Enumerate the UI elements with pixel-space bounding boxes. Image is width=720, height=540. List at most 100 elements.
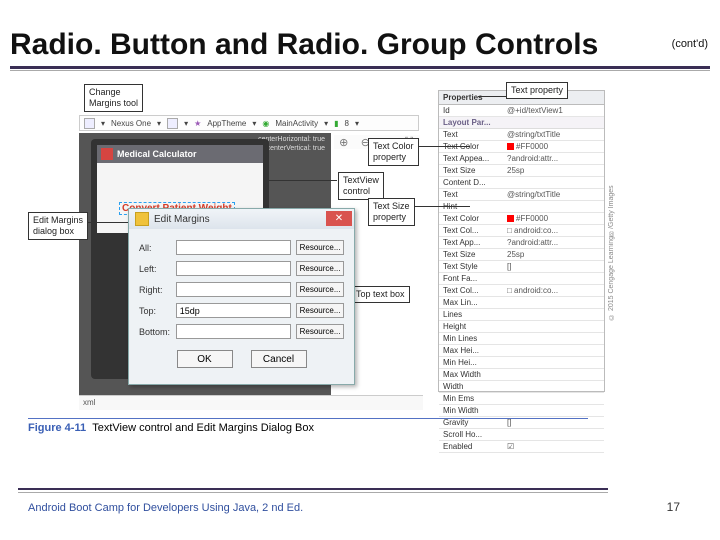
prop-val[interactable]: □ android:co... xyxy=(505,225,604,236)
label-top: Top: xyxy=(139,306,176,316)
prop-row[interactable]: Text Color#FF0000 xyxy=(439,213,604,225)
prop-row[interactable]: Text Col...□ android:co... xyxy=(439,285,604,297)
prop-row[interactable]: Max Lin... xyxy=(439,297,604,309)
prop-key: Text Size xyxy=(439,249,505,260)
prop-val[interactable]: ?android:attr... xyxy=(505,153,604,164)
prop-key: Min Ems xyxy=(439,393,505,404)
prop-val[interactable] xyxy=(505,369,604,380)
prop-val[interactable]: ?android:attr... xyxy=(505,237,604,248)
resource-button[interactable]: Resource... xyxy=(296,303,344,318)
prop-key: Font Fa... xyxy=(439,273,505,284)
prop-row[interactable]: Min Ems xyxy=(439,393,604,405)
prop-key: Min Lines xyxy=(439,333,505,344)
prop-row[interactable]: Scroll Ho... xyxy=(439,429,604,441)
prop-row[interactable]: Text@string/txtTitle xyxy=(439,189,604,201)
footer-rule-light xyxy=(18,492,608,493)
input-left[interactable] xyxy=(176,261,291,276)
prop-row[interactable]: Text App...?android:attr... xyxy=(439,237,604,249)
prop-val[interactable]: ☑ xyxy=(505,441,604,452)
prop-row[interactable]: Width xyxy=(439,381,604,393)
prop-key: Max Lin... xyxy=(439,297,505,308)
close-icon[interactable]: ✕ xyxy=(326,211,352,226)
prop-val[interactable] xyxy=(505,345,604,356)
ok-button[interactable]: OK xyxy=(177,350,233,368)
prop-val[interactable]: #FF0000 xyxy=(505,213,604,224)
prop-val[interactable] xyxy=(505,381,604,392)
prop-val[interactable] xyxy=(505,177,604,188)
prop-val[interactable] xyxy=(505,429,604,440)
prop-val[interactable]: [] xyxy=(505,261,604,272)
prop-key: Text Col... xyxy=(439,225,505,236)
prop-row[interactable]: Text@string/txtTitle xyxy=(439,129,604,141)
prop-val[interactable] xyxy=(505,309,604,320)
resource-button[interactable]: Resource... xyxy=(296,261,344,276)
resource-button[interactable]: Resource... xyxy=(296,282,344,297)
prop-val[interactable]: □ android:co... xyxy=(505,285,604,296)
input-all[interactable] xyxy=(176,240,291,255)
resource-button[interactable]: Resource... xyxy=(296,240,344,255)
label-bottom: Bottom: xyxy=(139,327,176,337)
figure-area: ChangeMargins tool Edit Marginsdialog bo… xyxy=(28,88,640,420)
prop-val[interactable]: #FF0000 xyxy=(505,141,604,152)
prop-row[interactable]: Text Size25sp xyxy=(439,165,604,177)
input-right[interactable] xyxy=(176,282,291,297)
orient-icon xyxy=(167,118,178,129)
prop-val[interactable]: @string/txtTitle xyxy=(505,189,604,200)
prop-row[interactable]: Text Style[] xyxy=(439,261,604,273)
prop-key: Text xyxy=(439,189,505,200)
prop-val[interactable] xyxy=(505,405,604,416)
prop-key: Enabled xyxy=(439,441,505,452)
theme-label: AppTheme xyxy=(207,119,246,128)
prop-row[interactable]: Text Size25sp xyxy=(439,249,604,261)
page-number: 17 xyxy=(667,500,680,514)
prop-val[interactable]: @string/txtTitle xyxy=(505,129,604,140)
prop-row[interactable]: Hint xyxy=(439,201,604,213)
prop-val[interactable] xyxy=(505,321,604,332)
dialog-titlebar: Edit Margins ✕ xyxy=(129,209,354,229)
properties-panel: Properties Id@+id/textView1 Layout Par..… xyxy=(438,90,605,392)
label-all: All: xyxy=(139,243,176,253)
prop-row[interactable]: Enabled☑ xyxy=(439,441,604,453)
prop-val[interactable]: 25sp xyxy=(505,249,604,260)
prop-row[interactable]: Content D... xyxy=(439,177,604,189)
input-top[interactable] xyxy=(176,303,291,318)
prop-row[interactable]: Height xyxy=(439,321,604,333)
prop-row[interactable]: Min Lines xyxy=(439,333,604,345)
prop-row[interactable]: Max Hei... xyxy=(439,345,604,357)
prop-val[interactable] xyxy=(505,201,604,212)
title-rule-light xyxy=(10,70,710,71)
prop-val[interactable] xyxy=(505,273,604,284)
cancel-button[interactable]: Cancel xyxy=(251,350,307,368)
prop-val[interactable] xyxy=(505,357,604,368)
footer-text: Android Boot Camp for Developers Using J… xyxy=(28,502,303,514)
props-section: Layout Par... xyxy=(439,117,604,129)
label-left: Left: xyxy=(139,264,176,274)
prop-row[interactable]: Text Col...□ android:co... xyxy=(439,225,604,237)
prop-key: Lines xyxy=(439,309,505,320)
prop-id-val[interactable]: @+id/textView1 xyxy=(505,105,604,116)
prop-val[interactable] xyxy=(505,393,604,404)
prop-row[interactable]: Text Color#FF0000 xyxy=(439,141,604,153)
resource-button[interactable]: Resource... xyxy=(296,324,344,339)
zoom-in-icon[interactable]: ⊕ xyxy=(339,136,350,149)
activity-label: MainActivity xyxy=(275,119,318,128)
prop-row[interactable]: Min Hei... xyxy=(439,357,604,369)
callout-edit-margins-box: Edit Marginsdialog box xyxy=(28,212,88,240)
prop-row[interactable]: Font Fa... xyxy=(439,273,604,285)
prop-key: Text Col... xyxy=(439,285,505,296)
figure-rule xyxy=(28,418,588,419)
figure-caption: Figure 4-11 TextView control and Edit Ma… xyxy=(28,422,314,434)
prop-row[interactable]: Min Width xyxy=(439,405,604,417)
editor-tab[interactable]: xml xyxy=(79,395,423,410)
prop-val[interactable] xyxy=(505,333,604,344)
app-icon xyxy=(101,148,113,160)
prop-val[interactable]: 25sp xyxy=(505,165,604,176)
prop-row[interactable]: Text Appea...?android:attr... xyxy=(439,153,604,165)
input-bottom[interactable] xyxy=(176,324,291,339)
callout-top-text-box: Top text box xyxy=(351,286,410,303)
dialog-title: Edit Margins xyxy=(154,214,210,225)
prop-row[interactable]: Max Width xyxy=(439,369,604,381)
prop-val[interactable] xyxy=(505,297,604,308)
prop-key: Text Size xyxy=(439,165,505,176)
prop-row[interactable]: Lines xyxy=(439,309,604,321)
